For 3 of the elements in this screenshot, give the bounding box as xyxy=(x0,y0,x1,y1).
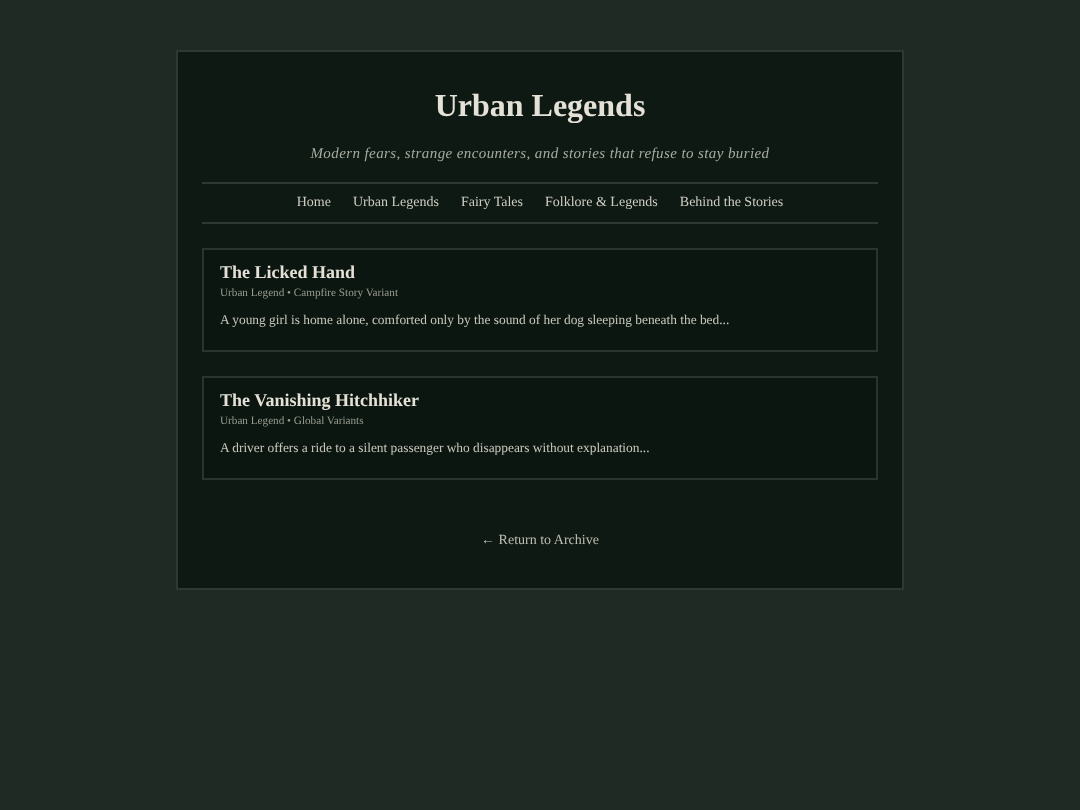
story-title[interactable]: The Vanishing Hitchhiker xyxy=(220,390,860,412)
site-title: Urban Legends xyxy=(432,88,648,127)
story-title[interactable]: The Licked Hand xyxy=(220,261,860,284)
